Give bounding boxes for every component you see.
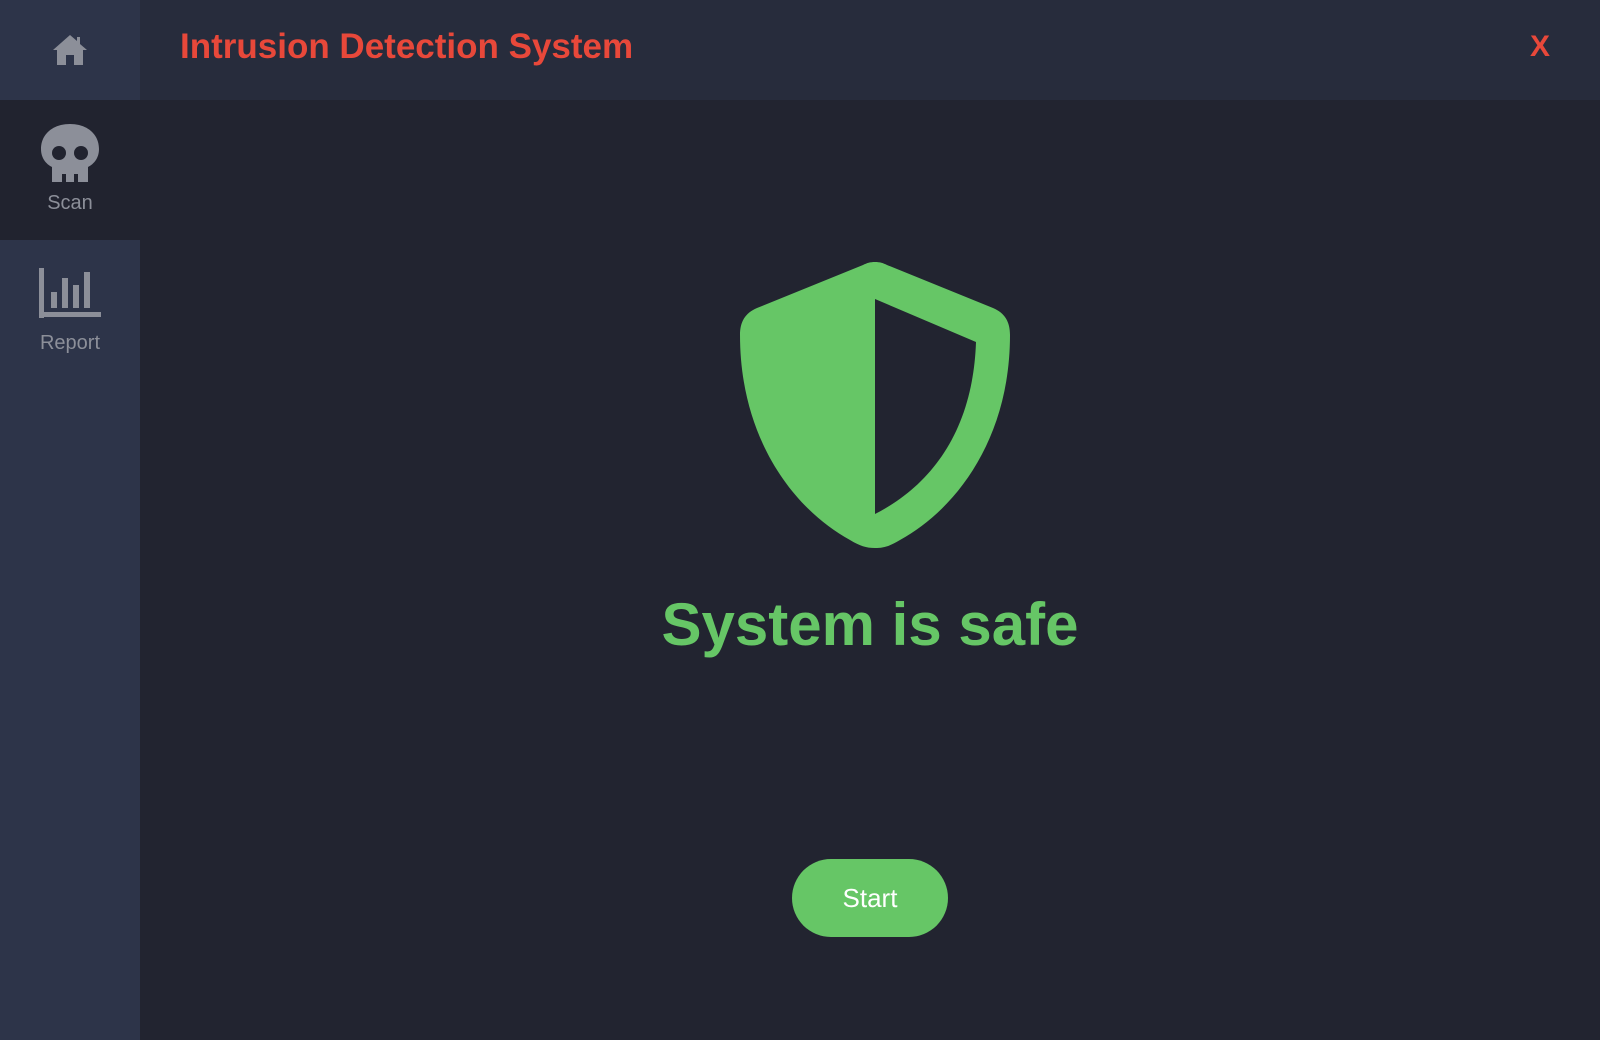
start-button[interactable]: Start xyxy=(792,859,948,937)
home-button[interactable] xyxy=(0,0,140,100)
sidebar-item-report[interactable]: Report xyxy=(0,240,140,380)
close-button[interactable]: X xyxy=(1530,30,1550,64)
title-bar: Intrusion Detection System X xyxy=(140,0,1600,100)
app-title: Intrusion Detection System xyxy=(180,27,634,66)
home-icon xyxy=(53,35,87,65)
sidebar-item-label: Scan xyxy=(47,192,93,214)
skull-icon xyxy=(39,122,101,184)
sidebar-item-label: Report xyxy=(39,332,101,354)
sidebar: Scan Report xyxy=(0,0,140,1040)
bar-chart-icon xyxy=(39,262,101,324)
main-panel: System is safe Start xyxy=(140,100,1600,1040)
shield-icon xyxy=(740,262,1010,548)
status-text: System is safe xyxy=(661,591,1079,658)
sidebar-item-scan[interactable]: Scan xyxy=(0,100,140,240)
app-window: Scan Report Intrusion Detection System X xyxy=(0,0,1600,1040)
